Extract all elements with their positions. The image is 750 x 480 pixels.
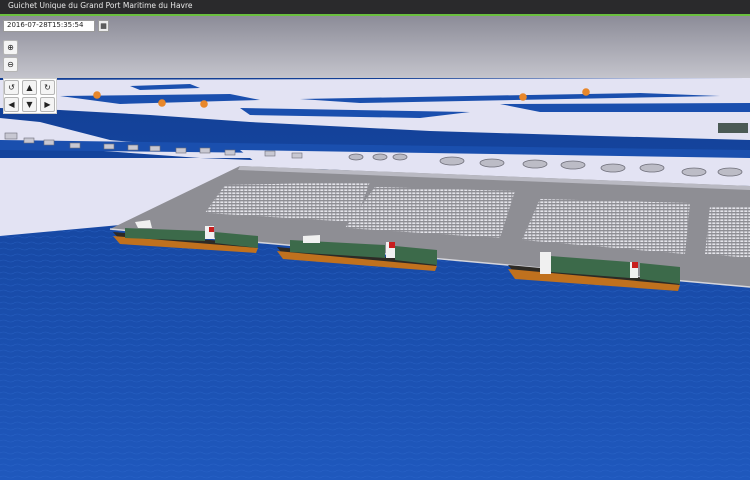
- datetime-input[interactable]: 2016-07-28T15:35:54: [3, 20, 95, 32]
- zoom-out-button[interactable]: ⊖: [3, 57, 18, 72]
- zoom-in-icon: ⊕: [7, 43, 14, 52]
- pan-down-button[interactable]: ▼: [22, 97, 37, 112]
- title-bar: Guichet Unique du Grand Port Maritime du…: [0, 0, 750, 16]
- map-marker[interactable]: [158, 99, 166, 107]
- map-3d-viewport[interactable]: [0, 16, 750, 480]
- far-building: [718, 123, 748, 133]
- map-marker[interactable]: [519, 93, 527, 101]
- calendar-button[interactable]: ▦: [98, 20, 109, 32]
- rotate-left-button[interactable]: ↺: [4, 80, 19, 95]
- pan-up-button[interactable]: ▲: [22, 80, 37, 95]
- rotate-left-icon: ↺: [8, 83, 15, 92]
- zoom-out-icon: ⊖: [7, 60, 14, 69]
- rotate-right-button[interactable]: ↻: [40, 80, 55, 95]
- map-marker[interactable]: [93, 91, 101, 99]
- app-title: Guichet Unique du Grand Port Maritime du…: [8, 1, 193, 10]
- calendar-icon: ▦: [100, 22, 107, 30]
- arrow-left-icon: ◀: [8, 100, 15, 109]
- zoom-in-button[interactable]: ⊕: [3, 40, 18, 55]
- arrow-up-icon: ▲: [26, 83, 33, 92]
- rotate-right-icon: ↻: [44, 83, 51, 92]
- pan-left-button[interactable]: ◀: [4, 97, 19, 112]
- arrow-down-icon: ▼: [26, 100, 33, 109]
- sky: [0, 16, 750, 78]
- map-marker[interactable]: [200, 100, 208, 108]
- arrow-right-icon: ▶: [44, 100, 51, 109]
- pan-right-button[interactable]: ▶: [40, 97, 55, 112]
- map-marker[interactable]: [582, 88, 590, 96]
